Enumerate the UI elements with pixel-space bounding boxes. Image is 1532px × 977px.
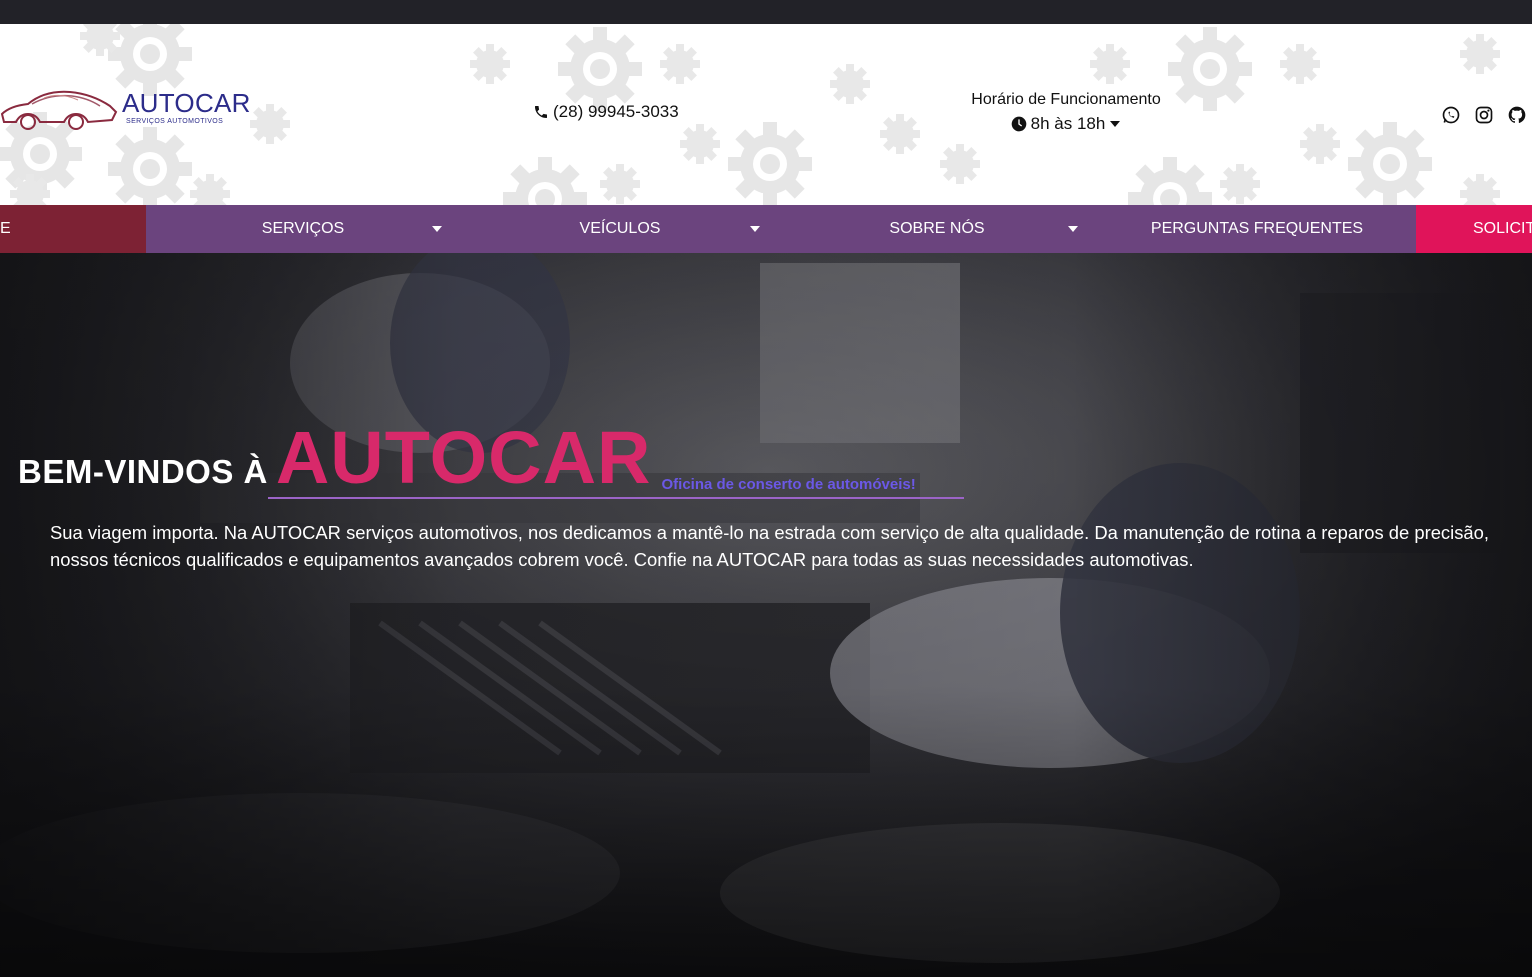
nav-home[interactable]: E xyxy=(0,205,146,253)
hero-section: BEM-VINDOS À AUTOCAR Oficina de conserto… xyxy=(0,253,1532,977)
logo-text: AUTOCAR xyxy=(122,88,251,118)
mechanic-engine-photo xyxy=(0,253,1532,977)
phone-number: (28) 99945-3033 xyxy=(553,102,679,121)
chevron-down-icon xyxy=(432,226,442,232)
github-icon[interactable] xyxy=(1506,104,1527,125)
hours-value: 8h às 18h xyxy=(1030,114,1106,133)
nav-item-sobre-nos[interactable]: SOBRE NÓS xyxy=(780,205,1098,253)
hero-tagline: Oficina de conserto de automóveis! xyxy=(661,476,916,493)
hero-description: Sua viagem importa. Na AUTOCAR serviços … xyxy=(50,522,1489,570)
hero-welcome: BEM-VINDOS À xyxy=(18,453,268,490)
chevron-down-icon xyxy=(750,226,760,232)
whatsapp-icon[interactable] xyxy=(1440,104,1461,125)
nav-item-servicos[interactable]: SERVIÇOS xyxy=(146,205,462,253)
request-quote-button[interactable]: SOLICIT xyxy=(1416,205,1532,253)
hero-heading: BEM-VINDOS À AUTOCAR Oficina de conserto… xyxy=(18,421,916,495)
nav-item-perguntas-frequentes[interactable]: PERGUNTAS FREQUENTES xyxy=(1098,205,1416,253)
caret-down-icon xyxy=(1110,121,1121,127)
main-nav: E SERVIÇOS VEÍCULOS SOBRE NÓS PERGUNTAS … xyxy=(0,205,1532,253)
nav-item-veiculos[interactable]: VEÍCULOS xyxy=(462,205,780,253)
nav-item-label: SOBRE NÓS xyxy=(889,220,985,237)
instagram-icon[interactable] xyxy=(1473,104,1494,125)
hero-underline xyxy=(268,497,964,499)
hours-dropdown[interactable]: 8h às 18h xyxy=(940,114,1192,134)
social-links xyxy=(1440,104,1527,125)
hours-title: Horário de Funcionamento xyxy=(971,91,1161,108)
nav-item-label: PERGUNTAS FREQUENTES xyxy=(1150,220,1364,237)
site-header: AUTOCAR SERVIÇOS AUTOMOTIVOS (28) 99945-… xyxy=(0,24,1532,205)
cta-label: SOLICIT xyxy=(1473,220,1532,237)
logo[interactable]: AUTOCAR SERVIÇOS AUTOMOTIVOS xyxy=(0,84,260,136)
nav-home-label: E xyxy=(0,220,11,237)
car-logo-icon xyxy=(0,90,118,130)
clock-icon xyxy=(1011,116,1026,132)
nav-item-label: VEÍCULOS xyxy=(579,220,661,237)
hero-brand: AUTOCAR xyxy=(275,416,652,499)
nav-item-label: SERVIÇOS xyxy=(261,220,345,237)
phone-contact[interactable]: (28) 99945-3033 xyxy=(533,102,679,122)
top-bar xyxy=(0,0,1532,24)
business-hours: Horário de Funcionamento 8h às 18h xyxy=(940,91,1192,134)
phone-icon xyxy=(535,106,547,118)
chevron-down-icon xyxy=(1068,226,1078,232)
logo-subtext: SERVIÇOS AUTOMOTIVOS xyxy=(126,118,224,125)
